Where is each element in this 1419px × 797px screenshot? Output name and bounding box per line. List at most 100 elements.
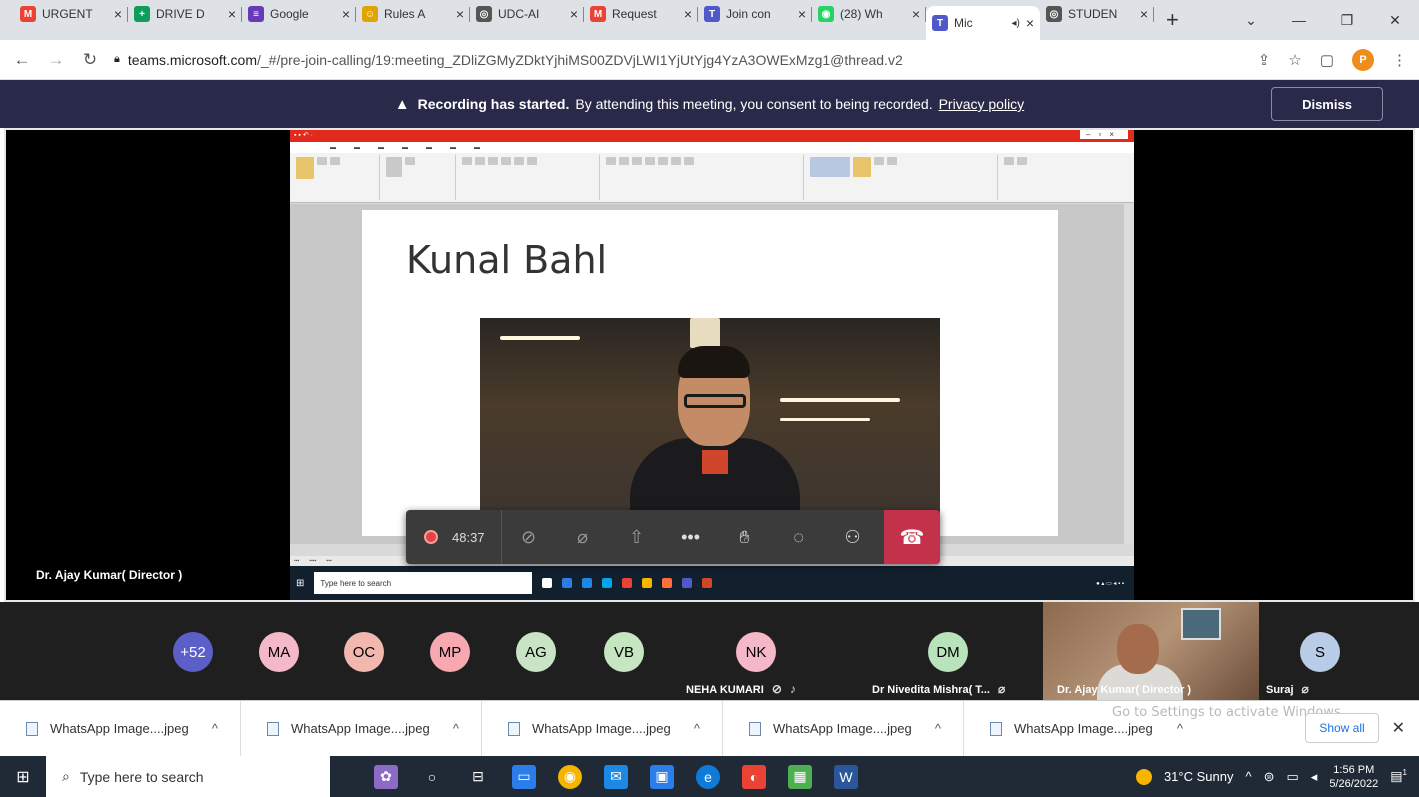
- browser-tab[interactable]: + DRIVE D ×: [128, 0, 242, 28]
- participant-video-tile[interactable]: Dr. Ajay Kumar( Director ): [1043, 602, 1259, 700]
- download-item[interactable]: WhatsApp Image....jpeg ^: [0, 701, 241, 756]
- browser-tab[interactable]: M Request ×: [584, 0, 698, 28]
- cortana-circle-icon[interactable]: ○: [420, 765, 444, 789]
- ribbon-tab: ▬: [450, 144, 456, 151]
- forward-arrow-icon[interactable]: →: [46, 50, 66, 70]
- participant-avatar-oc[interactable]: OC: [344, 632, 384, 672]
- chevron-up-icon[interactable]: ^: [935, 721, 941, 736]
- tab-title: Google: [270, 7, 309, 21]
- minimize-button[interactable]: —: [1275, 12, 1323, 28]
- display-icon[interactable]: ▭: [1286, 769, 1298, 785]
- dismiss-button[interactable]: Dismiss: [1271, 87, 1383, 121]
- windows-start-icon[interactable]: ⊞: [0, 767, 46, 787]
- leave-call-button[interactable]: ☎: [884, 510, 940, 564]
- close-tab-icon[interactable]: ×: [228, 6, 236, 22]
- audio-playing-icon[interactable]: ◂): [1011, 18, 1019, 29]
- show-all-downloads-button[interactable]: Show all: [1305, 713, 1379, 743]
- weather-text[interactable]: 31°C Sunny: [1164, 769, 1234, 784]
- close-tab-icon[interactable]: ×: [342, 6, 350, 22]
- search-icon: ⌕: [62, 768, 70, 784]
- overflow-participants-avatar[interactable]: +52: [173, 632, 213, 672]
- participant-name-nk: NEHA KUMARI ⊘ ♪: [686, 682, 796, 696]
- chevron-up-icon[interactable]: ^: [212, 721, 218, 736]
- chat-button[interactable]: ◌: [772, 510, 826, 564]
- participant-avatar-s[interactable]: S: [1300, 632, 1340, 672]
- browser-tab[interactable]: ≡ Google ×: [242, 0, 356, 28]
- close-tab-icon[interactable]: ×: [1140, 6, 1148, 22]
- participant-avatar-vb[interactable]: VB: [604, 632, 644, 672]
- new-tab-button[interactable]: +: [1166, 7, 1179, 33]
- more-actions-button[interactable]: •••: [664, 510, 718, 564]
- mic-muted-button[interactable]: ⌀: [556, 510, 610, 564]
- close-downloads-icon[interactable]: ✕: [1392, 718, 1405, 738]
- close-tab-icon[interactable]: ×: [456, 6, 464, 22]
- task-view-icon[interactable]: ⊟: [466, 765, 490, 789]
- browser-tab[interactable]: ◉ (28) Wh ×: [812, 0, 926, 28]
- share-screen-button[interactable]: ⇧: [610, 510, 664, 564]
- network-icon[interactable]: ⊜: [1264, 769, 1275, 785]
- camera-off-button[interactable]: ⊘: [502, 510, 556, 564]
- browser-tab[interactable]: T Mic ◂) ×: [926, 6, 1040, 40]
- browser-tab[interactable]: M URGENT ×: [14, 0, 128, 28]
- participant-avatar-mp[interactable]: MP: [430, 632, 470, 672]
- chevron-up-icon[interactable]: ^: [694, 721, 700, 736]
- close-tab-icon[interactable]: ×: [684, 6, 692, 22]
- download-item[interactable]: WhatsApp Image....jpeg ^: [241, 701, 482, 756]
- tray-overflow-icon[interactable]: ^: [1245, 769, 1251, 784]
- bookmark-star-icon[interactable]: ☆: [1288, 51, 1301, 69]
- slide-photo: [480, 318, 940, 536]
- download-item[interactable]: WhatsApp Image....jpeg ^: [482, 701, 723, 756]
- url-field[interactable]: 🔒︎ teams.microsoft.com/_#/pre-join-calli…: [114, 45, 1244, 75]
- participant-avatar-ma[interactable]: MA: [259, 632, 299, 672]
- browser-tab[interactable]: ◎ UDC-AI ×: [470, 0, 584, 28]
- close-window-button[interactable]: ✕: [1371, 12, 1419, 29]
- edge-icon[interactable]: e: [696, 764, 720, 789]
- browser-tab[interactable]: T Join con ×: [698, 0, 812, 28]
- file-explorer-icon[interactable]: ▭: [512, 764, 536, 789]
- chrome-profile-icon[interactable]: ◐: [742, 764, 766, 789]
- news-widget-icon[interactable]: ✿: [374, 764, 398, 789]
- people-icon: ⚇: [844, 526, 861, 547]
- tab-title: Request: [612, 7, 657, 21]
- photos-icon[interactable]: ▦: [788, 764, 812, 789]
- close-tab-icon[interactable]: ×: [1026, 15, 1034, 31]
- app-icon: [562, 578, 573, 588]
- close-tab-icon[interactable]: ×: [798, 6, 806, 22]
- notification-center-icon[interactable]: ▤1: [1390, 768, 1407, 784]
- mail-icon[interactable]: ✉: [604, 764, 628, 789]
- participants-button[interactable]: ⚇: [826, 510, 880, 564]
- tab-search-chevron-icon[interactable]: ⌄: [1227, 12, 1275, 29]
- browser-tab[interactable]: ◎ STUDEN ×: [1040, 0, 1154, 28]
- chrome-icon[interactable]: ◉: [558, 764, 582, 789]
- word-icon[interactable]: W: [834, 764, 858, 789]
- browser-tab[interactable]: ☺ Rules A ×: [356, 0, 470, 28]
- menu-kebab-icon[interactable]: ⋮: [1392, 51, 1407, 69]
- tab-list: M URGENT × + DRIVE D × ≡ Google × ☺ Rules A × ◎ UDC-A…: [14, 0, 1154, 40]
- close-tab-icon[interactable]: ×: [114, 6, 122, 22]
- chat-bubble-icon: ◌: [793, 526, 804, 547]
- back-arrow-icon[interactable]: ←: [12, 50, 32, 70]
- raise-hand-button[interactable]: ✋︎: [718, 510, 772, 564]
- participant-avatar-ag[interactable]: AG: [516, 632, 556, 672]
- ribbon-group-drawing: [808, 155, 998, 200]
- store-icon[interactable]: ▣: [650, 764, 674, 789]
- clock[interactable]: 1:56 PM 5/26/2022: [1329, 763, 1378, 791]
- restore-button[interactable]: ❐: [1323, 12, 1371, 29]
- sidepanel-icon[interactable]: ▢: [1320, 51, 1334, 69]
- close-tab-icon[interactable]: ×: [570, 6, 578, 22]
- profile-avatar[interactable]: P: [1352, 48, 1374, 71]
- file-icon: [990, 721, 1002, 736]
- share-icon[interactable]: ⇪: [1258, 51, 1271, 69]
- taskbar-search-box[interactable]: ⌕ Type here to search: [46, 756, 330, 797]
- privacy-policy-link[interactable]: Privacy policy: [939, 96, 1025, 112]
- reload-icon[interactable]: ↻: [80, 50, 100, 70]
- participant-avatar-nk[interactable]: NK: [736, 632, 776, 672]
- clock-date: 5/26/2022: [1329, 777, 1379, 790]
- presenter-name: Dr. Ajay Kumar( Director ): [36, 568, 183, 582]
- participant-avatar-dm[interactable]: DM: [928, 632, 968, 672]
- download-item[interactable]: WhatsApp Image....jpeg ^: [723, 701, 964, 756]
- chevron-up-icon[interactable]: ^: [1177, 721, 1183, 736]
- close-tab-icon[interactable]: ×: [912, 6, 920, 22]
- chevron-up-icon[interactable]: ^: [453, 721, 459, 736]
- volume-icon[interactable]: ◂: [1311, 769, 1318, 785]
